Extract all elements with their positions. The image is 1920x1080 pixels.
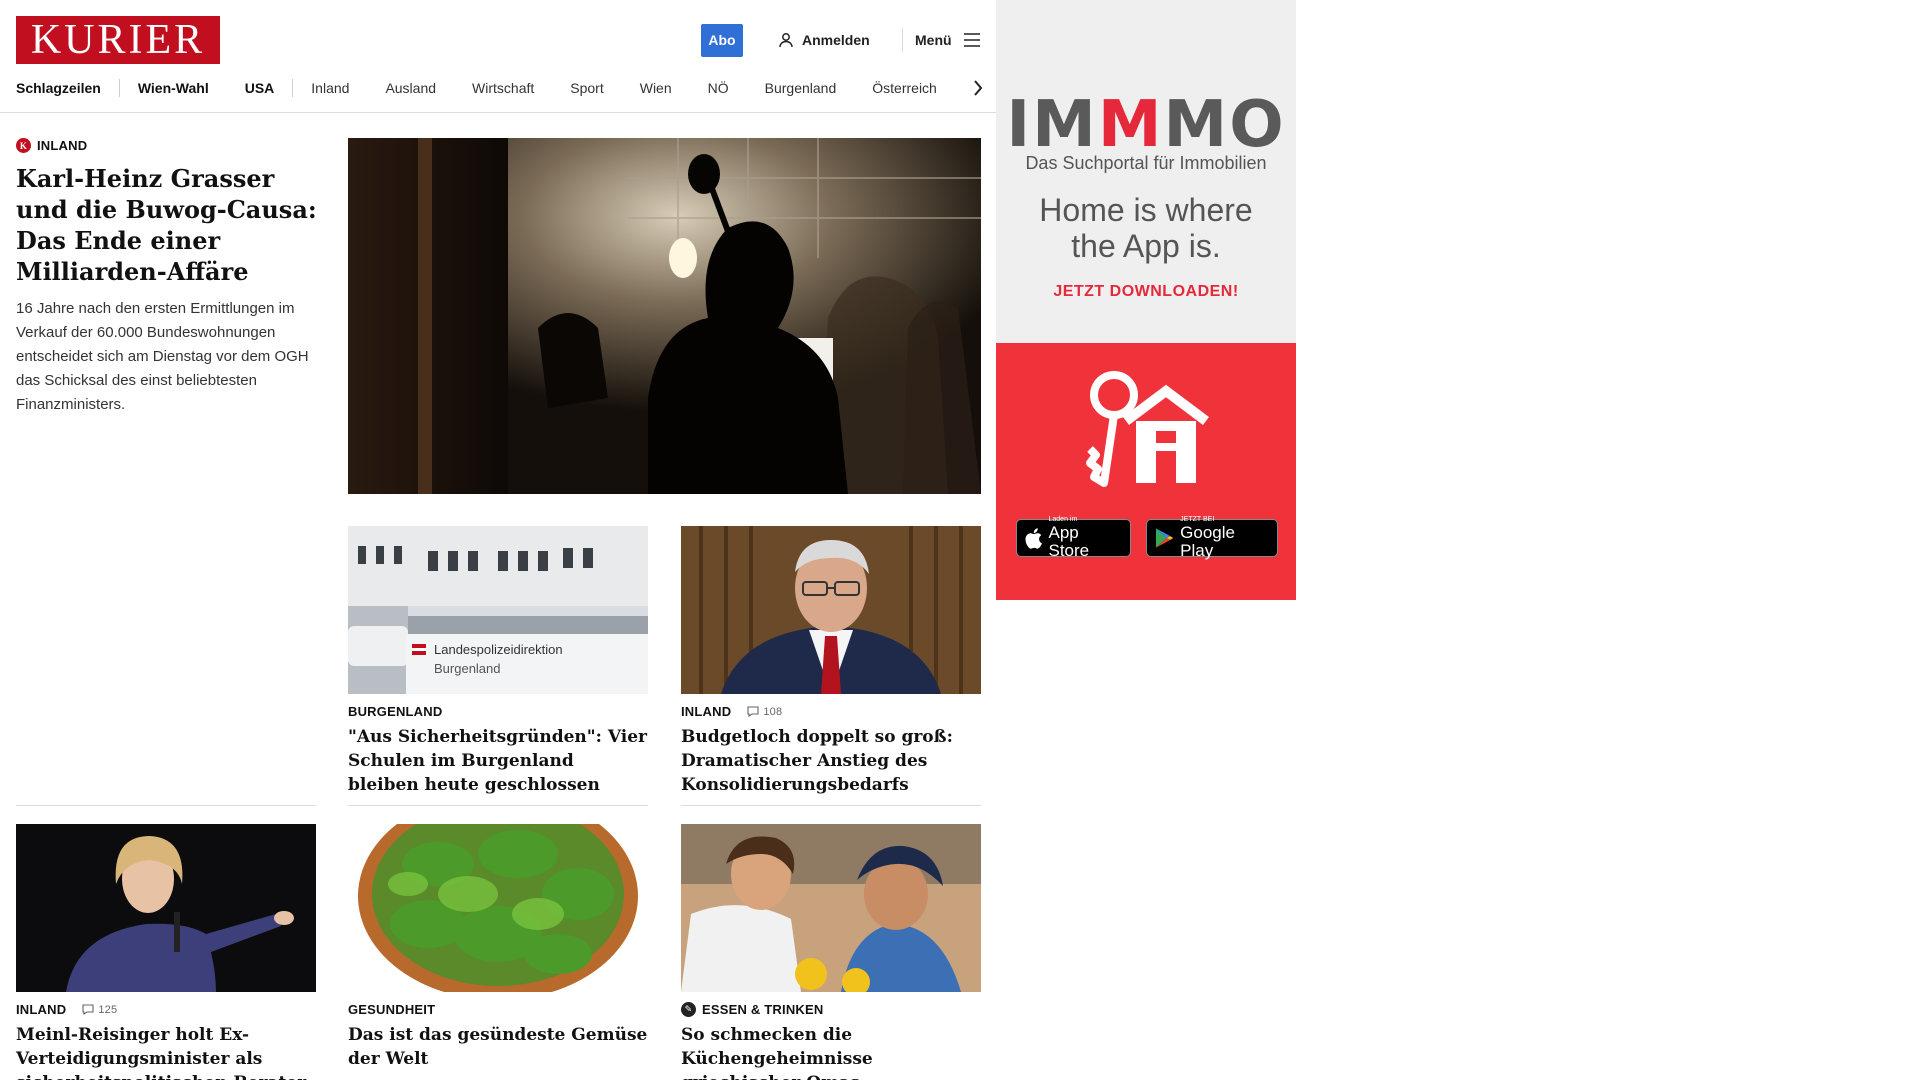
hero-photo-press-silhouette bbox=[348, 138, 981, 494]
app-store-button[interactable]: Laden im App Store bbox=[1016, 516, 1131, 560]
divider bbox=[16, 805, 316, 806]
immmo-logo-part1: IM bbox=[1006, 88, 1098, 162]
article-card-meinl-reisinger[interactable]: INLAND 125 Meinl-Reisinger holt Ex-Verte… bbox=[16, 824, 316, 1080]
lead-kicker-label: INLAND bbox=[37, 138, 88, 153]
lead-article[interactable]: K INLAND Karl-Heinz Grasser und die Buwo… bbox=[16, 138, 318, 417]
photo-man-in-suit bbox=[681, 526, 981, 694]
card-kicker-label: INLAND bbox=[681, 704, 732, 719]
menu-label: Menü bbox=[915, 32, 952, 48]
card-headline[interactable]: So schmecken die Küchengeheimnisse griec… bbox=[681, 1023, 981, 1080]
photo-police-building: Landespolizeidirektion Burgenland bbox=[348, 526, 648, 694]
lead-headline[interactable]: Karl-Heinz Grasser und die Buwog-Causa: … bbox=[16, 163, 318, 287]
nav-item-wien[interactable]: Wien bbox=[622, 80, 690, 96]
immmo-logo-part3: MO bbox=[1163, 88, 1286, 162]
card-kicker: INLAND 108 bbox=[681, 704, 981, 719]
googleplay-big-text: Google Play bbox=[1180, 523, 1235, 560]
lead-teaser: 16 Jahre nach den ersten Ermittlungen im… bbox=[16, 300, 309, 413]
card-kicker-label: BURGENLAND bbox=[348, 704, 443, 719]
comment-icon bbox=[82, 1004, 94, 1015]
photo-spinach-bowl bbox=[348, 824, 648, 992]
card-headline[interactable]: Das ist das gesündeste Gemüse der Welt bbox=[348, 1023, 648, 1071]
appstore-big-text: App Store bbox=[1048, 523, 1090, 560]
apple-icon bbox=[1025, 527, 1042, 549]
hamburger-icon bbox=[963, 33, 980, 47]
divider bbox=[348, 805, 648, 806]
kurier-logo[interactable]: KURIER bbox=[16, 16, 220, 64]
comment-count-value: 125 bbox=[98, 1003, 118, 1016]
article-image-grandmas[interactable] bbox=[681, 824, 981, 992]
card-kicker-label: ESSEN & TRINKEN bbox=[702, 1002, 824, 1017]
article-image-minister[interactable] bbox=[681, 526, 981, 694]
ad-bottom-panel bbox=[996, 343, 1296, 600]
card-kicker: ✎ ESSEN & TRINKEN bbox=[681, 1002, 981, 1017]
card-kicker-label: INLAND bbox=[16, 1002, 67, 1017]
hero-image[interactable] bbox=[348, 138, 981, 494]
nav-item-sport[interactable]: Sport bbox=[552, 80, 621, 96]
ad-top-panel: IMMMO Das Suchportal für Immobilien Home… bbox=[996, 0, 1296, 343]
card-headline[interactable]: "Aus Sicherheitsgründen": Vier Schulen i… bbox=[348, 725, 648, 797]
abo-button[interactable]: Abo bbox=[701, 24, 743, 57]
google-play-button[interactable]: JETZT BEI Google Play bbox=[1146, 516, 1278, 560]
nav-item-noe[interactable]: NÖ bbox=[690, 80, 747, 96]
article-image-speaker[interactable] bbox=[16, 824, 316, 992]
login-label: Anmelden bbox=[802, 32, 870, 48]
immmo-logo: IMMMO bbox=[996, 90, 1296, 160]
comment-count-value: 108 bbox=[763, 705, 783, 718]
nav-scroll-right-button[interactable] bbox=[966, 76, 990, 100]
card-headline[interactable]: Budgetloch doppelt so groß: Dramatischer… bbox=[681, 725, 981, 797]
article-card-schulen[interactable]: Landespolizeidirektion Burgenland BURGEN… bbox=[348, 526, 648, 797]
article-card-omas[interactable]: ✎ ESSEN & TRINKEN So schmecken die Küche… bbox=[681, 824, 981, 1080]
ad-subtitle: Das Suchportal für Immobilien bbox=[1025, 153, 1267, 173]
lead-kicker: K INLAND bbox=[16, 138, 318, 153]
photo-two-women bbox=[681, 824, 981, 992]
comment-count[interactable]: 125 bbox=[82, 1004, 117, 1016]
sign-text-line1: Landespolizeidirektion bbox=[434, 642, 563, 657]
article-image-spinach[interactable] bbox=[348, 824, 648, 992]
fork-knife-icon: ✎ bbox=[681, 1002, 696, 1017]
user-icon bbox=[779, 33, 793, 48]
immmo-logo-part2: M bbox=[1097, 88, 1164, 162]
divider bbox=[681, 805, 981, 806]
ad-download-link[interactable]: JETZT DOWNLOADEN! bbox=[996, 283, 1296, 301]
card-kicker-label: GESUNDHEIT bbox=[348, 1002, 436, 1017]
card-kicker: BURGENLAND bbox=[348, 704, 648, 719]
section-nav: Schlagzeilen Wien-Wahl USA Inland Auslan… bbox=[16, 76, 955, 100]
nav-item-oesterreich[interactable]: Österreich bbox=[854, 80, 955, 96]
photo-woman-speaking bbox=[16, 824, 316, 992]
card-kicker: GESUNDHEIT bbox=[348, 1002, 648, 1017]
login-button[interactable]: Anmelden bbox=[778, 28, 870, 52]
nav-item-ausland[interactable]: Ausland bbox=[367, 80, 454, 96]
menu-button[interactable]: Menü bbox=[915, 28, 980, 52]
comment-count[interactable]: 108 bbox=[747, 706, 782, 718]
immmo-ad-banner[interactable]: IMMMO Das Suchportal für Immobilien Home… bbox=[996, 0, 1296, 600]
nav-item-schlagzeilen[interactable]: Schlagzeilen bbox=[16, 80, 119, 96]
google-play-icon bbox=[1155, 528, 1174, 548]
nav-item-wirtschaft[interactable]: Wirtschaft bbox=[454, 80, 552, 96]
chevron-right-icon bbox=[974, 80, 983, 96]
nav-item-burgenland[interactable]: Burgenland bbox=[747, 80, 855, 96]
nav-item-inland[interactable]: Inland bbox=[293, 80, 367, 96]
nav-item-usa[interactable]: USA bbox=[227, 80, 293, 96]
card-kicker: INLAND 125 bbox=[16, 1002, 316, 1017]
nav-item-wien-wahl[interactable]: Wien-Wahl bbox=[120, 80, 227, 96]
kurier-k-icon: K bbox=[16, 138, 31, 153]
comment-icon bbox=[747, 706, 759, 717]
ad-headline: Home is where the App is. bbox=[1039, 192, 1253, 264]
keys-house-icon bbox=[1086, 371, 1209, 487]
article-card-budgetloch[interactable]: INLAND 108 Budgetloch doppelt so groß: D… bbox=[681, 526, 981, 797]
article-image-polizei[interactable]: Landespolizeidirektion Burgenland bbox=[348, 526, 648, 694]
sign-text-line2: Burgenland bbox=[434, 661, 501, 676]
site-header: KURIER Abo Anmelden Menü Schlagzeilen Wi… bbox=[0, 0, 996, 113]
header-divider bbox=[902, 28, 903, 52]
article-card-gemuese[interactable]: GESUNDHEIT Das ist das gesündeste Gemüse… bbox=[348, 824, 648, 1071]
card-headline[interactable]: Meinl-Reisinger holt Ex-Verteidigungsmin… bbox=[16, 1023, 316, 1080]
